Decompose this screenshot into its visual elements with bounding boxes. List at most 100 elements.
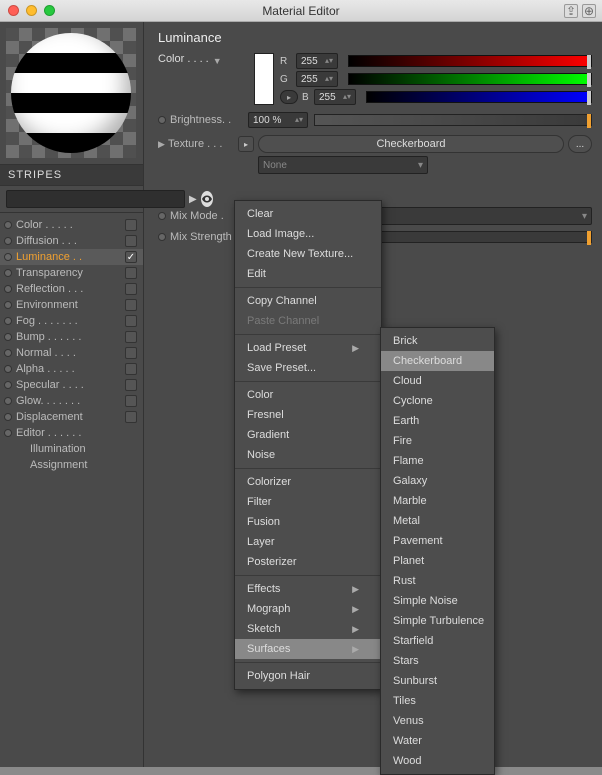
menu-item-clear[interactable]: Clear [235,204,381,224]
channel-checkbox[interactable] [125,219,137,231]
submenu-item-wood[interactable]: Wood [381,751,494,771]
channel-illumination[interactable]: Illumination [0,441,143,457]
channel-label: Editor . . . . . . [16,427,121,439]
channel-glow[interactable]: Glow. . . . . . . [0,393,143,409]
menu-item-fusion[interactable]: Fusion [235,512,381,532]
channel-checkbox[interactable] [125,395,137,407]
channel-normal[interactable]: Normal . . . . [0,345,143,361]
channel-label: Transparency [16,267,121,279]
menu-item-save-preset-[interactable]: Save Preset... [235,358,381,378]
knob-icon [4,429,12,437]
submenu-item-starfield[interactable]: Starfield [381,631,494,651]
submenu-item-earth[interactable]: Earth [381,411,494,431]
menu-item-noise[interactable]: Noise [235,445,381,465]
channel-fog[interactable]: Fog . . . . . . . [0,313,143,329]
menu-item-layer[interactable]: Layer [235,532,381,552]
channel-transparency[interactable]: Transparency [0,265,143,281]
r-slider[interactable] [348,55,592,67]
menu-item-fresnel[interactable]: Fresnel [235,405,381,425]
submenu-item-simple-noise[interactable]: Simple Noise [381,591,494,611]
b-slider[interactable] [366,91,592,103]
texture-menu-button[interactable]: ▸ [238,136,254,152]
menu-item-load-image-[interactable]: Load Image... [235,224,381,244]
pin-icon[interactable]: ⇪ [564,4,578,18]
brightness-slider[interactable] [314,114,592,126]
submenu-item-metal[interactable]: Metal [381,511,494,531]
brightness-value[interactable]: 100 %▴▾ [248,112,308,128]
color-swatch[interactable] [254,53,274,105]
texture-browse-button[interactable]: ... [568,135,592,153]
b-value[interactable]: 255▴▾ [314,89,356,105]
submenu-item-cyclone[interactable]: Cyclone [381,391,494,411]
material-preview[interactable] [6,28,136,158]
channel-checkbox[interactable] [125,299,137,311]
submenu-item-stars[interactable]: Stars [381,651,494,671]
knob-icon [4,381,12,389]
submenu-item-sunburst[interactable]: Sunburst [381,671,494,691]
channel-assignment[interactable]: Assignment [0,457,143,473]
channel-color[interactable]: Color . . . . . [0,217,143,233]
menu-item-create-new-texture-[interactable]: Create New Texture... [235,244,381,264]
menu-item-surfaces[interactable]: Surfaces▶ [235,639,381,659]
submenu-item-checkerboard[interactable]: Checkerboard [381,351,494,371]
channel-checkbox[interactable] [125,363,137,375]
channel-editor[interactable]: Editor . . . . . . [0,425,143,441]
menu-item-posterizer[interactable]: Posterizer [235,552,381,572]
g-slider[interactable] [348,73,592,85]
channel-checkbox[interactable] [125,379,137,391]
submenu-item-pavement[interactable]: Pavement [381,531,494,551]
sampling-dropdown[interactable]: None▾ [258,156,428,174]
menu-item-polygon-hair[interactable]: Polygon Hair [235,666,381,686]
menu-item-effects[interactable]: Effects▶ [235,579,381,599]
channel-displacement[interactable]: Displacement [0,409,143,425]
submenu-item-venus[interactable]: Venus [381,711,494,731]
channel-checkbox[interactable] [125,347,137,359]
channel-checkbox[interactable] [125,315,137,327]
menu-item-copy-channel[interactable]: Copy Channel [235,291,381,311]
menu-item-colorizer[interactable]: Colorizer [235,472,381,492]
menu-item-mograph[interactable]: Mograph▶ [235,599,381,619]
submenu-item-cloud[interactable]: Cloud [381,371,494,391]
channel-environment[interactable]: Environment [0,297,143,313]
channel-label: Environment [16,299,121,311]
channel-checkbox[interactable] [125,235,137,247]
channel-specular[interactable]: Specular . . . . [0,377,143,393]
submenu-item-simple-turbulence[interactable]: Simple Turbulence [381,611,494,631]
material-name[interactable]: STRIPES [0,164,143,186]
channel-checkbox[interactable] [125,331,137,343]
submenu-item-brick[interactable]: Brick [381,331,494,351]
menu-item-gradient[interactable]: Gradient [235,425,381,445]
menu-item-color[interactable]: Color [235,385,381,405]
submenu-item-rust[interactable]: Rust [381,571,494,591]
submenu-item-tiles[interactable]: Tiles [381,691,494,711]
submenu-item-water[interactable]: Water [381,731,494,751]
submenu-item-flame[interactable]: Flame [381,451,494,471]
r-value[interactable]: 255▴▾ [296,53,338,69]
b-toggle[interactable]: ▸ [280,90,298,104]
menu-item-filter[interactable]: Filter [235,492,381,512]
submenu-item-fire[interactable]: Fire [381,431,494,451]
submenu-item-galaxy[interactable]: Galaxy [381,471,494,491]
channel-checkbox[interactable] [125,267,137,279]
knob-mixmode [158,212,166,220]
menu-item-sketch[interactable]: Sketch▶ [235,619,381,639]
menu-item-edit[interactable]: Edit [235,264,381,284]
texture-field[interactable]: Checkerboard [258,135,564,153]
channel-checkbox[interactable] [125,411,137,423]
menu-item-load-preset[interactable]: Load Preset▶ [235,338,381,358]
submenu-item-marble[interactable]: Marble [381,491,494,511]
color-label: Color . . . . [158,53,209,65]
chevron-down-icon[interactable]: ▼ [213,56,222,66]
channel-bump[interactable]: Bump . . . . . . [0,329,143,345]
texture-caret-icon[interactable]: ▶ [158,139,166,150]
channel-alpha[interactable]: Alpha . . . . . [0,361,143,377]
channel-diffusion[interactable]: Diffusion . . . [0,233,143,249]
channel-checkbox[interactable] [125,283,137,295]
channel-luminance[interactable]: Luminance . .✓ [0,249,143,265]
submenu-item-planet[interactable]: Planet [381,551,494,571]
search-row: ▶ [0,186,143,213]
g-value[interactable]: 255▴▾ [296,71,338,87]
channel-reflection[interactable]: Reflection . . . [0,281,143,297]
expand-icon[interactable]: ⊕ [582,4,596,18]
channel-checkbox[interactable]: ✓ [125,251,137,263]
